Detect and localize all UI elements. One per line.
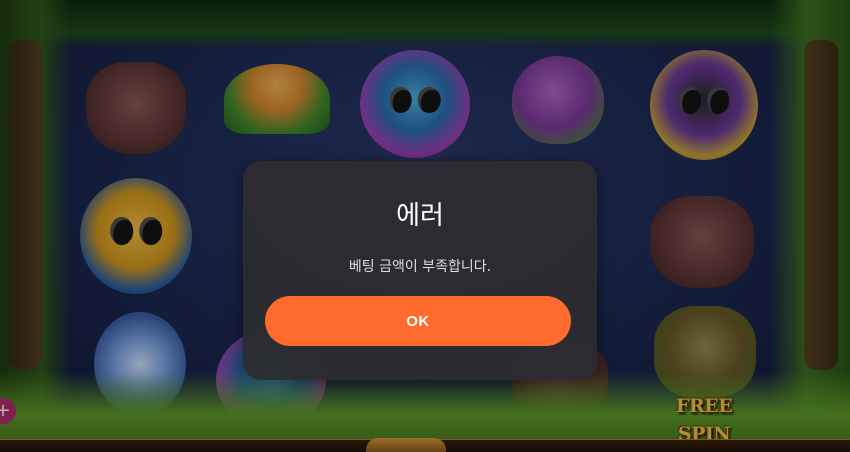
dialog-title: 에러 xyxy=(396,201,444,231)
error-dialog: 에러 베팅 금액이 부족합니다. OK xyxy=(243,161,597,380)
dialog-message: 베팅 금액이 부족합니다. xyxy=(348,259,492,275)
ok-button[interactable]: OK xyxy=(265,296,571,346)
